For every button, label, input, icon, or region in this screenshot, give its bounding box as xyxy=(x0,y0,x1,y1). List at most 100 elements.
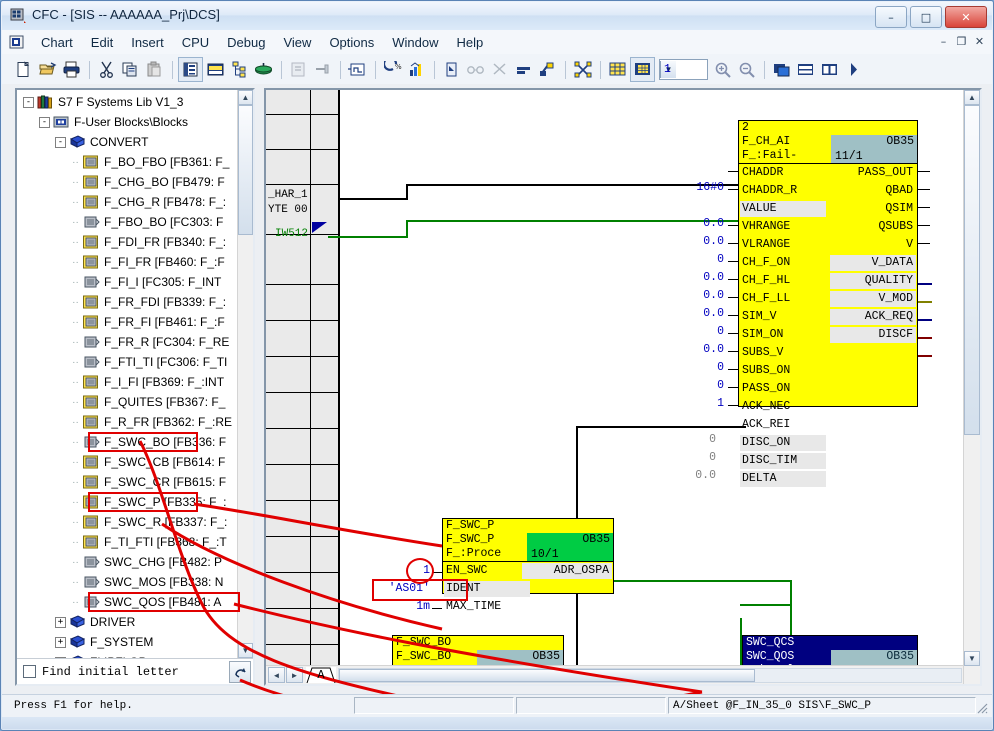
cfc-sheet[interactable]: _HAR_1 YTE 00 IW512 2 F_CH_AI F_:Fail- O… xyxy=(266,90,964,666)
chart-scroll-up-button[interactable]: ▲ xyxy=(964,90,980,105)
tree-item-f_ti_fti[interactable]: ·· F_TI_FTI [FB368: F_:T xyxy=(17,532,238,552)
sheet-prev-button[interactable]: ◄ xyxy=(268,667,285,683)
pin-ident[interactable]: IDENT xyxy=(443,580,613,598)
grid-table-icon[interactable] xyxy=(606,58,629,81)
close-button[interactable]: ✕ xyxy=(945,6,987,28)
pin-sim-v[interactable]: SIM_V ACK_REQ xyxy=(739,308,917,326)
menu-options[interactable]: Options xyxy=(320,32,383,53)
menu-chart[interactable]: Chart xyxy=(32,32,82,53)
tree-item-swc_chg[interactable]: ·· SWC_CHG [FB482: P xyxy=(17,552,238,572)
pin-sim-on[interactable]: SIM_ON DISCF xyxy=(739,326,917,344)
block-f-ch-ai[interactable]: 2 F_CH_AI F_:Fail- OB35 11/1 CHADDR PASS_… xyxy=(738,120,918,487)
sheet-grid-icon[interactable] xyxy=(630,57,655,82)
tree-item-swc_mos[interactable]: ·· SWC_MOS [FB338: N xyxy=(17,572,238,592)
link-icon[interactable] xyxy=(536,58,559,81)
paste-icon[interactable] xyxy=(143,58,166,81)
new-chart-icon[interactable] xyxy=(12,58,35,81)
download-icon[interactable] xyxy=(311,58,334,81)
next-icon[interactable] xyxy=(842,58,865,81)
tree-item-f_chg_r[interactable]: ·· F_CHG_R [FB478: F_: xyxy=(17,192,238,212)
expand-icon[interactable]: + xyxy=(55,616,66,628)
menu-cpu[interactable]: CPU xyxy=(173,32,218,53)
block-f-swc-bo[interactable]: F_SWC_BO F_SWC_BO F_:Proce OB35 10/2 SOU… xyxy=(392,635,564,666)
tree-scroll-thumb[interactable] xyxy=(238,105,253,235)
find-initial-letter-checkbox[interactable] xyxy=(23,665,36,678)
sheet-view-icon[interactable] xyxy=(204,58,227,81)
chart-scroll-down-button[interactable]: ▼ xyxy=(964,651,980,666)
pin-en-swc[interactable]: EN_SWC ADR_OSPA xyxy=(443,562,613,580)
tree-item-driver[interactable]: + DRIVER xyxy=(17,612,238,632)
resize-grip-icon[interactable] xyxy=(976,702,988,714)
pin-max-time[interactable]: MAX_TIME xyxy=(443,598,613,616)
pin-ack-nec[interactable]: ACK_NEC xyxy=(739,398,917,416)
chart-vertical-scrollbar[interactable]: ▲ ▼ xyxy=(963,90,980,684)
pin-vlrange[interactable]: VLRANGE V xyxy=(739,236,917,254)
tree-item-s7[interactable]: - S7 F Systems Lib V1_3 xyxy=(17,92,238,112)
menu-debug[interactable]: Debug xyxy=(218,32,274,53)
scroll-down-button[interactable]: ▼ xyxy=(238,643,253,658)
pin-chaddr[interactable]: CHADDR PASS_OUT xyxy=(739,164,917,182)
collapse-icon[interactable]: - xyxy=(23,96,34,108)
tree-item-f_system[interactable]: + F_SYSTEM xyxy=(17,632,238,652)
scissors-icon[interactable] xyxy=(488,58,511,81)
cascade-icon[interactable] xyxy=(770,58,793,81)
h-scroll-thumb[interactable] xyxy=(339,668,755,682)
cut-icon[interactable] xyxy=(95,58,118,81)
pin-ch-f-on[interactable]: CH_F_ON V_DATA xyxy=(739,254,917,272)
chart-horizontal-scrollbar[interactable]: ◄ ► A xyxy=(266,665,964,684)
tree-item-f_fi_fr[interactable]: ·· F_FI_FR [FB460: F_:F xyxy=(17,252,238,272)
minimize-button[interactable]: – xyxy=(875,6,907,28)
tree-item-fuser[interactable]: - F-User Blocks\Blocks xyxy=(17,112,238,132)
tile-vertical-icon[interactable] xyxy=(818,58,841,81)
io-block-icon[interactable] xyxy=(346,58,369,81)
tree-item-f_fr_fdi[interactable]: ·· F_FR_FDI [FB339: F_: xyxy=(17,292,238,312)
tree-item-f_fbo_bo[interactable]: ·· F_FBO_BO [FC303: F xyxy=(17,212,238,232)
pin-delta[interactable]: DELTA xyxy=(739,470,917,488)
inspect-icon[interactable] xyxy=(464,58,487,81)
pin-value[interactable]: VALUE QSIM xyxy=(739,200,917,218)
scroll-up-button[interactable]: ▲ xyxy=(238,90,253,105)
tree-item-f_fdi_fr[interactable]: ·· F_FDI_FR [FB340: F_: xyxy=(17,232,238,252)
pin-chaddr-r[interactable]: CHADDR_R QBAD xyxy=(739,182,917,200)
block-swc-qcs[interactable]: SWC_QCS SWC_QOS Acknowle OB35 5/1 ADR_SW… xyxy=(742,635,918,666)
optimize-icon[interactable] xyxy=(571,58,594,81)
zoom-in-icon[interactable] xyxy=(711,58,734,81)
align-icon[interactable] xyxy=(512,58,535,81)
tree-item-f_i_fi[interactable]: ·· F_I_FI [FB369: F_:INT xyxy=(17,372,238,392)
menu-insert[interactable]: Insert xyxy=(122,32,173,53)
plan-icon[interactable] xyxy=(252,58,275,81)
mdi-restore-button[interactable]: ❐ xyxy=(953,33,970,50)
tree-item-f_r_fr[interactable]: ·· F_R_FR [FB362: F_:RE xyxy=(17,412,238,432)
expand-icon[interactable]: + xyxy=(55,636,66,648)
menu-help[interactable]: Help xyxy=(448,32,493,53)
pin-ack-rei[interactable]: ACK_REI xyxy=(739,416,917,434)
pin-vhrange[interactable]: VHRANGE QSUBS xyxy=(739,218,917,236)
tree-item-f_chg_bo[interactable]: ·· F_CHG_BO [FB479: F xyxy=(17,172,238,192)
tree-item-f_swc_cr[interactable]: ·· F_SWC_CR [FB615: F xyxy=(17,472,238,492)
tree-item-f_fi_i[interactable]: ·· F_FI_I [FC305: F_INT xyxy=(17,272,238,292)
tree-vertical-scrollbar[interactable]: ▲ ▼ xyxy=(237,90,253,658)
tree-item-f_fr_r[interactable]: ·· F_FR_R [FC304: F_RE xyxy=(17,332,238,352)
menu-edit[interactable]: Edit xyxy=(82,32,122,53)
pin-disc-tim[interactable]: DISC_TIM xyxy=(739,452,917,470)
collapse-icon[interactable]: - xyxy=(55,136,66,148)
mdi-close-button[interactable]: ✕ xyxy=(971,33,988,50)
tile-horizontal-icon[interactable] xyxy=(794,58,817,81)
tree-item-f_fti_ti[interactable]: ·· F_FTI_TI [FC306: F_TI xyxy=(17,352,238,372)
tree-item-f_swc_r[interactable]: ·· F_SWC_R [FB337: F_: xyxy=(17,512,238,532)
chart-view-icon[interactable] xyxy=(178,57,203,82)
pin-ch-f-ll[interactable]: CH_F_LL V_MOD xyxy=(739,290,917,308)
sheet-next-button[interactable]: ► xyxy=(286,667,303,683)
open-chart-icon[interactable] xyxy=(36,58,59,81)
collapse-icon[interactable]: - xyxy=(39,116,50,128)
pin-ch-f-hl[interactable]: CH_F_HL QUALITY xyxy=(739,272,917,290)
pin-subs-on[interactable]: SUBS_ON xyxy=(739,362,917,380)
watch-icon[interactable] xyxy=(440,58,463,81)
sheet-tab-a[interactable]: A xyxy=(306,667,336,683)
tree-item-f_bo_fbo[interactable]: ·· F_BO_FBO [FB361: F_ xyxy=(17,152,238,172)
tree-item-f_fr_fi[interactable]: ·· F_FR_FI [FB461: F_:F xyxy=(17,312,238,332)
mdi-minimize-button[interactable]: – xyxy=(935,33,952,50)
overview-tree-icon[interactable] xyxy=(228,58,251,81)
compile-icon[interactable] xyxy=(287,58,310,81)
tree-item-convert[interactable]: - CONVERT xyxy=(17,132,238,152)
